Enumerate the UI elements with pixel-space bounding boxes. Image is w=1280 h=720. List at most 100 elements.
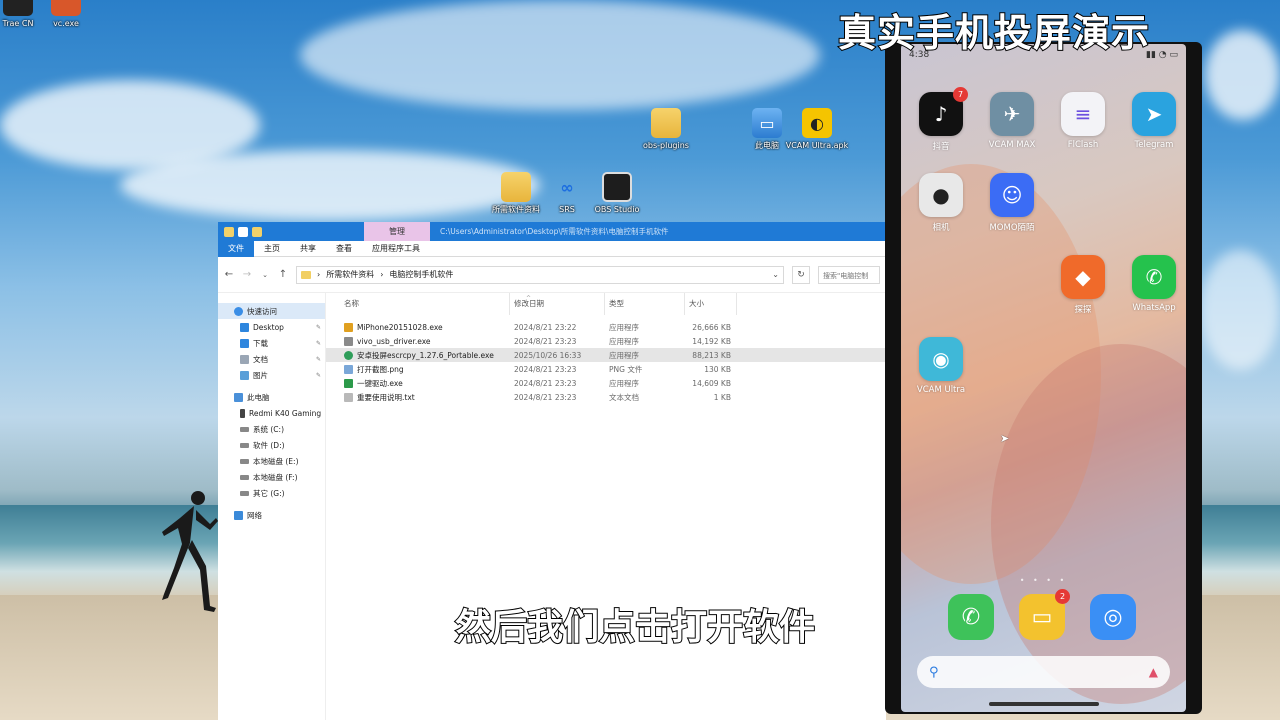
network-icon <box>234 510 243 520</box>
sidebar-item-network[interactable]: 网络 <box>218 507 325 523</box>
window-title: C:\Users\Administrator\Desktop\所需软件资料\电脑… <box>440 227 669 236</box>
app-flclash[interactable]: ≡ FlClash <box>1053 92 1113 150</box>
desktop-icon-vcam-apk[interactable]: ◐ VCAM Ultra.apk <box>785 108 849 151</box>
sidebar-item-quick-access[interactable]: 快速访问 <box>218 303 325 319</box>
file-row[interactable]: MiPhone20151028.exe 2024/8/21 23:22 应用程序… <box>326 320 886 334</box>
app-camera[interactable]: ● 相机 <box>911 173 971 233</box>
forward-arrow-icon[interactable]: → <box>242 269 252 280</box>
notification-badge: 2 <box>1055 589 1070 604</box>
phone-search-bar[interactable]: ⚲ ▲ <box>917 656 1170 688</box>
trae-icon <box>3 0 33 16</box>
sidebar-item-drive-e[interactable]: 本地磁盘 (E:) <box>218 453 325 469</box>
breadcrumb-separator-icon: › <box>317 270 321 279</box>
breadcrumb-item[interactable]: 电脑控制手机软件 <box>389 269 453 280</box>
exe-icon <box>344 378 353 388</box>
phone-icon: ✆ <box>961 604 981 630</box>
file-list: ^ 名称 修改日期 类型 大小 MiPhone20151028.exe 2024… <box>326 293 886 720</box>
navigation-pane: 快速访问 Desktop ✎ 下载 ✎ 文档 ✎ 图片 ✎ 此电脑 Redmi … <box>218 293 326 720</box>
refresh-button[interactable]: ↻ <box>792 265 810 284</box>
properties-icon[interactable] <box>238 226 248 237</box>
sidebar-item-drive-g[interactable]: 其它 (G:) <box>218 485 325 501</box>
browser-icon: ◎ <box>1103 604 1123 630</box>
app-vcam-ultra[interactable]: ◉ VCAM Ultra <box>911 337 971 395</box>
recent-chevron-icon[interactable]: ⌄ <box>260 271 270 279</box>
sidebar-item-this-pc[interactable]: 此电脑 <box>218 389 325 405</box>
search-icon: ⚲ <box>929 664 939 680</box>
tab-file[interactable]: 文件 <box>218 240 254 257</box>
status-icons: ▮▮ ◔ ▭ <box>1146 50 1178 60</box>
sidebar-item-drive-c[interactable]: 系统 (C:) <box>218 421 325 437</box>
file-row[interactable]: vivo_usb_driver.exe 2024/8/21 23:23 应用程序… <box>326 334 886 348</box>
back-arrow-icon[interactable]: ← <box>224 269 234 280</box>
app-telegram[interactable]: ➤ Telegram <box>1124 92 1184 150</box>
sidebar-item-drive-d[interactable]: 软件 (D:) <box>218 437 325 453</box>
sidebar-item-documents[interactable]: 文档 ✎ <box>218 351 325 367</box>
pc-icon <box>234 392 243 402</box>
app-whatsapp[interactable]: ✆ WhatsApp <box>1124 255 1184 313</box>
vcam-icon: ◐ <box>802 108 832 138</box>
sidebar-item-redmi[interactable]: Redmi K40 Gaming <box>218 405 325 421</box>
file-row[interactable]: 重要使用说明.txt 2024/8/21 23:23 文本文档 1 KB <box>326 390 886 404</box>
search-input[interactable]: 搜索"电脑控制 <box>818 265 880 284</box>
desktop-icon-obs[interactable]: OBS Studio <box>585 172 649 215</box>
file-row[interactable]: 一键驱动.exe 2024/8/21 23:23 应用程序 14,609 KB <box>326 376 886 390</box>
new-folder-icon[interactable] <box>252 226 262 237</box>
sidebar-item-drive-f[interactable]: 本地磁盘 (F:) <box>218 469 325 485</box>
tab-share[interactable]: 共享 <box>290 241 326 257</box>
cloud <box>120 150 540 220</box>
column-size[interactable]: 大小 <box>685 293 737 315</box>
exe-icon <box>344 336 353 346</box>
file-row[interactable]: 打开截图.png 2024/8/21 23:23 PNG 文件 130 KB <box>326 362 886 376</box>
app-tantan[interactable]: ◆ 探探 <box>1053 255 1113 315</box>
pin-icon: ✎ <box>315 323 321 331</box>
drive-icon <box>240 490 249 496</box>
up-arrow-icon[interactable]: ↑ <box>278 269 288 280</box>
folder-icon <box>224 226 234 237</box>
obs-icon <box>602 172 632 202</box>
breadcrumb-item[interactable]: 所需软件资料 <box>326 269 374 280</box>
app-douyin[interactable]: ♪ 7 抖音 <box>911 87 971 152</box>
pictures-icon <box>240 370 249 380</box>
tab-app-tools[interactable]: 应用程序工具 <box>362 241 430 257</box>
app-momo[interactable]: ☺ MOMO陌陌 <box>982 173 1042 233</box>
phone-icon <box>240 408 245 418</box>
quick-access-toolbar <box>218 226 262 237</box>
page-indicator: • • • • <box>1019 576 1068 585</box>
drone-icon: ✈ <box>990 92 1034 136</box>
file-row-selected[interactable]: 安卓投屏escrcpy_1.27.6_Portable.exe 2025/10/… <box>326 348 886 362</box>
app-vcam-max[interactable]: ✈ VCAM MAX <box>982 92 1042 150</box>
column-headers: ^ 名称 修改日期 类型 大小 <box>326 293 886 315</box>
douyin-icon: ♪ 7 <box>919 87 968 136</box>
sidebar-item-desktop[interactable]: Desktop ✎ <box>218 319 325 335</box>
sidebar-item-downloads[interactable]: 下载 ✎ <box>218 335 325 351</box>
pin-icon: ✎ <box>315 355 321 363</box>
cloud <box>1200 250 1280 370</box>
column-date[interactable]: 修改日期 <box>510 293 605 315</box>
home-indicator[interactable] <box>988 702 1099 706</box>
srs-icon: ∞ <box>560 177 574 197</box>
vcam-ultra-icon: ◉ <box>919 337 963 381</box>
sidebar-item-pictures[interactable]: 图片 ✎ <box>218 367 325 383</box>
manage-tab[interactable]: 管理 <box>364 222 430 241</box>
title-bar: 管理 C:\Users\Administrator\Desktop\所需软件资料… <box>218 222 886 241</box>
column-type[interactable]: 类型 <box>605 293 685 315</box>
drive-icon <box>240 458 249 464</box>
tab-view[interactable]: 查看 <box>326 241 362 257</box>
dock-phone-app[interactable]: ✆ <box>948 594 994 640</box>
chevron-down-icon[interactable]: ⌄ <box>772 270 779 279</box>
desktop-icon-obs-plugins[interactable]: obs-plugins <box>634 108 698 151</box>
address-bar[interactable]: › 所需软件资料 › 电脑控制手机软件 ⌄ <box>296 265 784 284</box>
folder-icon <box>651 108 681 138</box>
flclash-icon: ≡ <box>1061 92 1105 136</box>
desktop-icon-vc[interactable]: vc.exe <box>34 0 98 29</box>
dock-browser-app[interactable]: ◎ <box>1090 594 1136 640</box>
phone-screen: 4:38 ▮▮ ◔ ▭ ♪ 7 抖音 ✈ VCAM MAX ≡ FlClash ➤… <box>901 44 1186 712</box>
tab-home[interactable]: 主页 <box>254 241 290 257</box>
column-name[interactable]: 名称 <box>336 293 510 315</box>
desktop-icon <box>240 322 249 332</box>
cloud <box>1205 30 1280 120</box>
assistant-icon[interactable]: ▲ <box>1149 665 1158 679</box>
sort-up-icon: ^ <box>526 295 532 302</box>
dock-notes-app[interactable]: ▭ 2 <box>1019 589 1070 640</box>
file-rows: MiPhone20151028.exe 2024/8/21 23:22 应用程序… <box>326 315 886 404</box>
